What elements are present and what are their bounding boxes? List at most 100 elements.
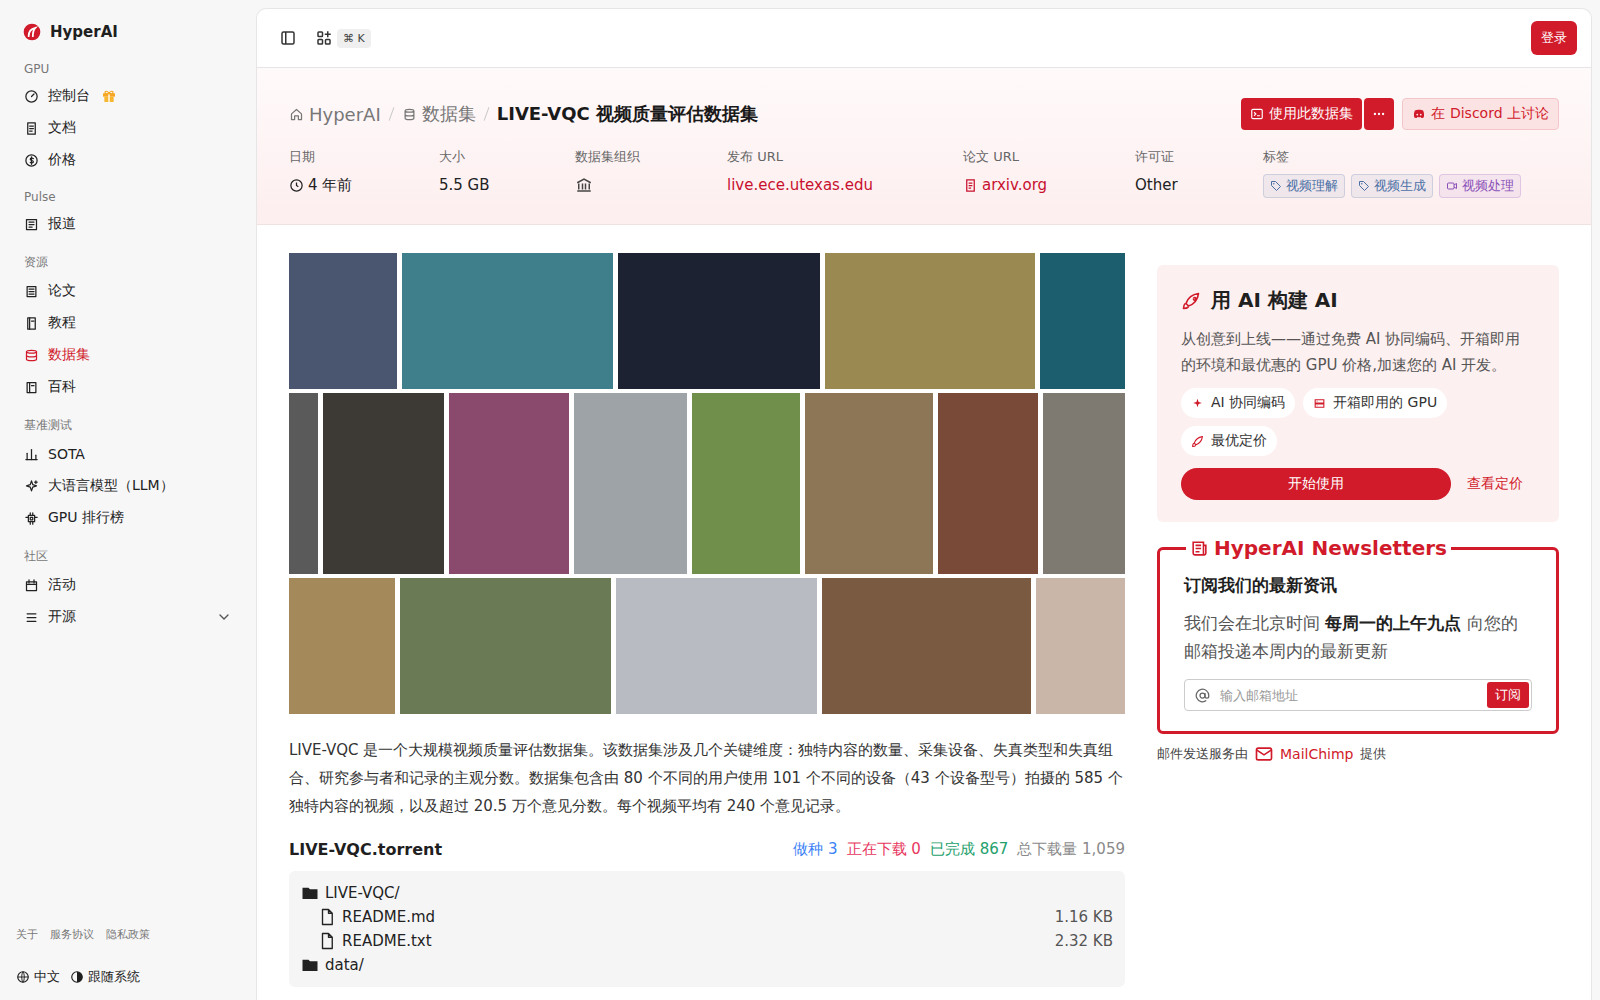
sidebar-item[interactable]: 文档	[16, 112, 240, 144]
discord-button[interactable]: 在 Discord 上讨论	[1402, 98, 1559, 130]
file-row[interactable]: README.txt2.32 KB	[301, 929, 1113, 953]
torrent-name[interactable]: LIVE-VQC.torrent	[289, 840, 442, 859]
torrent-header: LIVE-VQC.torrent做种 3正在下载 0已完成 867总下载量 1,…	[289, 840, 1125, 859]
newsletter-heading: 订阅我们的最新资讯	[1184, 574, 1532, 597]
meta-value: Other	[1135, 174, 1263, 196]
more-button[interactable]	[1364, 98, 1394, 130]
tag-list: 视频理解 视频生成 视频处理	[1263, 174, 1521, 198]
mail-provider: 邮件发送服务由MailChimp提供	[1157, 744, 1559, 764]
file-size: 1.16 KB	[1055, 908, 1113, 926]
sidebar-item[interactable]: GPU 排行榜	[16, 502, 240, 534]
sidebar-item[interactable]: 数据集	[16, 339, 240, 371]
sidebar-item[interactable]: 论文	[16, 275, 240, 307]
breadcrumb-link[interactable]: HyperAI	[289, 104, 381, 125]
paper-url-link[interactable]: arxiv.org	[963, 176, 1047, 194]
start-button[interactable]: 开始使用	[1181, 468, 1451, 500]
meta-item: 发布 URL live.ece.utexas.edu	[727, 148, 963, 198]
sidebar-item[interactable]: 教程	[16, 307, 240, 339]
preview-tile	[1043, 393, 1125, 574]
sidebar-item[interactable]: 报道	[16, 208, 240, 240]
meta-item: 许可证Other	[1135, 148, 1263, 198]
footer-link[interactable]: 关于	[16, 927, 38, 942]
newsletter-title: HyperAI Newsletters	[1186, 536, 1451, 560]
sidebar-item[interactable]: 价格	[16, 144, 240, 176]
dataset-description: LIVE-VQC 是一个大规模视频质量评估数据集。该数据集涉及几个关键维度：独特…	[289, 736, 1125, 820]
email-input[interactable]	[1218, 687, 1479, 704]
preview-row	[289, 393, 1125, 574]
tag[interactable]: 视频生成	[1351, 174, 1433, 198]
at-sign-icon	[1195, 688, 1210, 703]
breadcrumb-separator	[483, 107, 489, 120]
promo-title: 用 AI 构建 AI	[1181, 287, 1535, 314]
tag[interactable]: 视频理解	[1263, 174, 1345, 198]
meta-item: 日期4 年前	[289, 148, 439, 198]
dataset-preview-image	[289, 253, 1125, 714]
file-name: README.md	[342, 908, 435, 926]
brand-logo[interactable]: HyperAI	[16, 18, 240, 46]
sidebar-footer: 关于服务协议隐私政策 中文 跟随系统	[16, 948, 240, 986]
promo-text: 从创意到上线——通过免费 AI 协同编码、开箱即用的环境和最优惠的 GPU 价格…	[1181, 326, 1535, 378]
nav-item-icon	[24, 121, 39, 136]
nav-item-icon	[24, 89, 39, 104]
chevron-down-icon[interactable]	[216, 609, 232, 625]
login-button[interactable]: 登录	[1531, 21, 1577, 55]
shortcut-key[interactable]: ⌘ K	[337, 29, 371, 48]
dataset-content: LIVE-VQC 是一个大规模视频质量评估数据集。该数据集涉及几个关键维度：独特…	[289, 253, 1125, 987]
theme-switch[interactable]: 跟随系统	[70, 968, 140, 986]
preview-tile	[822, 578, 1032, 714]
footer-link[interactable]: 服务协议	[50, 927, 94, 942]
sidebar-item[interactable]: SOTA	[16, 438, 240, 470]
discord-icon	[1412, 107, 1426, 121]
dataset-body: LIVE-VQC 是一个大规模视频质量评估数据集。该数据集涉及几个关键维度：独特…	[257, 225, 1591, 987]
header-actions: 使用此数据集 在 Discord 上讨论	[1241, 98, 1559, 130]
sidebar-item-label: 大语言模型（LLM）	[48, 477, 174, 495]
mailchimp-link[interactable]: MailChimp	[1280, 746, 1354, 762]
release-url-link[interactable]: live.ece.utexas.edu	[727, 176, 873, 194]
sidebar-item-label: 报道	[48, 215, 76, 233]
sidebar-item-label: 开源	[48, 608, 76, 626]
main-panel: ⌘ K登录 HyperAI 数据集 LIVE-VQC 视频质量评估数据集 使用此…	[256, 8, 1592, 1000]
meta-label: 标签	[1263, 148, 1559, 166]
home-icon	[289, 107, 304, 122]
meta-value: 视频理解 视频生成 视频处理	[1263, 174, 1559, 198]
pricing-link[interactable]: 查看定价	[1467, 475, 1523, 493]
file-row[interactable]: README.md 1.16 KB	[301, 905, 1113, 929]
preview-tile	[449, 393, 569, 574]
breadcrumb-link[interactable]: 数据集	[402, 102, 476, 126]
sidebar-item[interactable]: 百科	[16, 371, 240, 403]
more-dots-icon	[1372, 107, 1386, 121]
meta-item: 大小5.5 GB	[439, 148, 575, 198]
folder-row[interactable]: data/	[301, 953, 1113, 977]
sidebar-item-label: 论文	[48, 282, 76, 300]
sidebar-item[interactable]: 大语言模型（LLM）	[16, 470, 240, 502]
sidebar-section-title: Pulse	[16, 182, 240, 208]
sidebar-item[interactable]: 活动	[16, 569, 240, 601]
gift-icon	[101, 88, 117, 104]
sidebar-section: GPU控制台文档价格	[16, 54, 240, 176]
sidebar-toggle-icon[interactable]	[279, 29, 297, 47]
apps-icon[interactable]	[315, 29, 333, 47]
newsletter-box: HyperAI Newsletters订阅我们的最新资讯我们会在北京时间 每周一…	[1157, 536, 1559, 734]
at-icon	[1195, 688, 1210, 703]
sidebar-item[interactable]: 开源	[16, 601, 240, 633]
tag[interactable]: 视频处理	[1439, 174, 1521, 198]
language-switch[interactable]: 中文	[16, 968, 60, 986]
nav-item-icon	[24, 578, 39, 593]
folder-row[interactable]: LIVE-VQC/	[301, 881, 1113, 905]
tag-icon	[1270, 180, 1282, 192]
footer-link[interactable]: 隐私政策	[106, 927, 150, 942]
preview-tile	[692, 393, 799, 574]
meta-label: 发布 URL	[727, 148, 963, 166]
topbar-tools: ⌘ K	[279, 29, 371, 48]
sidebar-item[interactable]: 控制台	[16, 80, 240, 112]
preview-tile	[616, 578, 817, 714]
preview-tile	[289, 393, 318, 574]
sidebar-section-title: 基准测试	[16, 409, 240, 438]
meta-label: 大小	[439, 148, 575, 166]
preview-row	[289, 253, 1125, 389]
use-dataset-button[interactable]: 使用此数据集	[1241, 98, 1362, 130]
meta-label: 论文 URL	[963, 148, 1135, 166]
sidebar-item-label: 数据集	[48, 346, 90, 364]
subscribe-button[interactable]: 订阅	[1487, 682, 1529, 708]
meta-item: 标签 视频理解 视频生成 视频处理	[1263, 148, 1559, 198]
